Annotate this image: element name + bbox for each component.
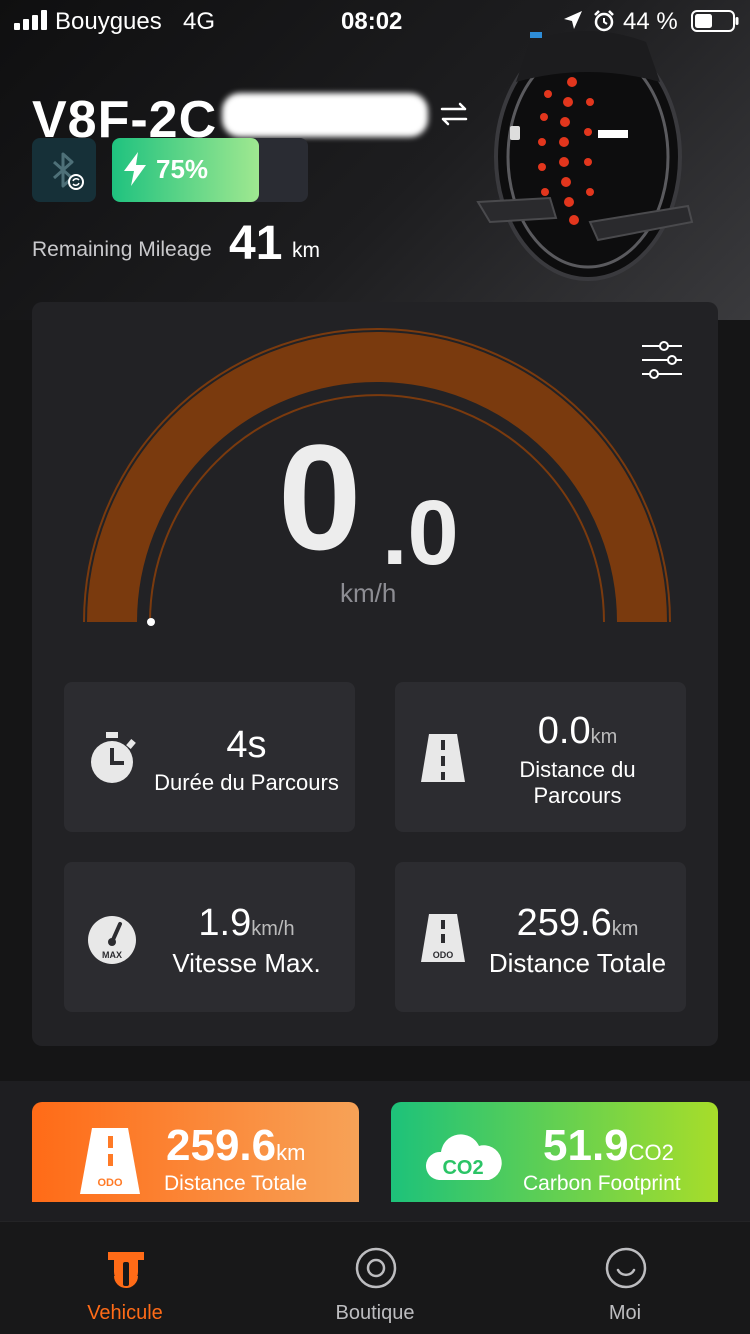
remaining-mileage-value: 41 — [229, 217, 283, 270]
total-distance-value: 259.6 — [516, 902, 612, 944]
carbon-value-row: 51.9CO2 — [543, 1124, 674, 1168]
road-odo-icon: ODO — [421, 914, 465, 962]
tab-label-moi: Moi — [608, 1302, 642, 1324]
vehicle-battery-label: 75% — [156, 154, 209, 184]
trip-duration-card[interactable]: 4s Durée du Parcours — [64, 682, 355, 832]
network-type: 4G — [183, 8, 216, 35]
trip-duration-label: Durée du Parcours — [154, 770, 339, 795]
trip-distance-value-row: 0.0km — [475, 710, 680, 753]
max-speed-label: Vitesse Max. — [172, 948, 321, 978]
trip-distance-value: 0.0 — [537, 710, 591, 752]
trip-duration-value: 4s — [226, 724, 267, 766]
charge-bolt-icon — [124, 152, 146, 186]
tab-moi[interactable]: Moi — [500, 1222, 750, 1334]
total-distance-value-row: 259.6km — [475, 902, 680, 945]
stopwatch-icon — [91, 732, 136, 783]
max-speed-card[interactable]: MAX 1.9km/h Vitesse Max. — [64, 862, 355, 1012]
max-speed-value-row: 1.9km/h — [144, 902, 349, 945]
remaining-mileage-unit: km — [292, 239, 320, 262]
banner-distance-value: 259.6 — [166, 1121, 277, 1170]
co2-icon-text: CO2 — [442, 1157, 483, 1179]
signal-icon — [14, 10, 50, 30]
carbon-label: Carbon Footprint — [523, 1172, 681, 1195]
speedometer-max-icon: MAX — [88, 916, 136, 964]
clock: 08:02 — [341, 8, 403, 35]
total-distance-label: Distance Totale — [488, 948, 667, 978]
vehicle-battery-bar: 75% — [112, 138, 308, 202]
bluetooth-button[interactable] — [32, 138, 96, 202]
road-icon — [421, 734, 465, 782]
profile-icon — [605, 1247, 647, 1289]
total-distance-card[interactable]: ODO 259.6km Distance Totale — [395, 862, 686, 1012]
bluetooth-icon — [53, 152, 84, 190]
banner-distance-value-row: 259.6km — [166, 1124, 305, 1168]
vehicle-icon — [108, 1252, 144, 1288]
max-speed-unit: km/h — [251, 918, 295, 940]
tab-vehicule[interactable]: Vehicule — [0, 1222, 250, 1334]
dashboard-panel: 0 .0 km/h 4s Durée du Parcours 0.0km Dis… — [32, 302, 718, 1046]
trip-distance-unit: km — [590, 726, 618, 748]
speed-unit: km/h — [340, 578, 397, 608]
trip-distance-label: Distance du Parcours — [519, 757, 636, 808]
carbon-value: 51.9 — [543, 1121, 629, 1170]
banner-distance-label: Distance Totale — [164, 1172, 308, 1195]
tab-label-vehicule: Vehicule — [87, 1302, 163, 1324]
trip-distance-card[interactable]: 0.0km Distance du Parcours — [395, 682, 686, 832]
carrier-name: Bouygues — [55, 8, 162, 35]
tab-bar: Vehicule Boutique Moi — [0, 1221, 750, 1334]
max-icon-text: MAX — [102, 950, 122, 960]
co2-cloud-icon: CO2 — [425, 1134, 502, 1180]
switch-device-icon[interactable] — [438, 98, 470, 130]
speed-value-decimal: .0 — [382, 482, 459, 584]
tab-label-boutique: Boutique — [335, 1302, 415, 1324]
road-odo-icon: ODO — [80, 1128, 140, 1194]
carbon-footprint-banner[interactable]: CO2 51.9CO2 Carbon Footprint — [391, 1102, 718, 1202]
banner-odo-text: ODO — [97, 1177, 123, 1189]
speed-value-integer: 0 — [278, 413, 362, 581]
gauge-needle-dot — [147, 618, 155, 626]
total-distance-unit: km — [611, 918, 639, 940]
banner-distance-unit: km — [276, 1140, 306, 1165]
carbon-unit: CO2 — [628, 1140, 674, 1165]
remaining-mileage-label: Remaining Mileage — [32, 238, 212, 261]
unicycle-image — [476, 31, 694, 281]
redaction-mark — [222, 93, 428, 137]
shop-icon — [355, 1247, 397, 1289]
odo-icon-text: ODO — [433, 950, 454, 960]
total-distance-banner[interactable]: ODO 259.6km Distance Totale — [32, 1102, 359, 1202]
tab-boutique[interactable]: Boutique — [250, 1222, 500, 1334]
max-speed-value: 1.9 — [198, 902, 252, 944]
